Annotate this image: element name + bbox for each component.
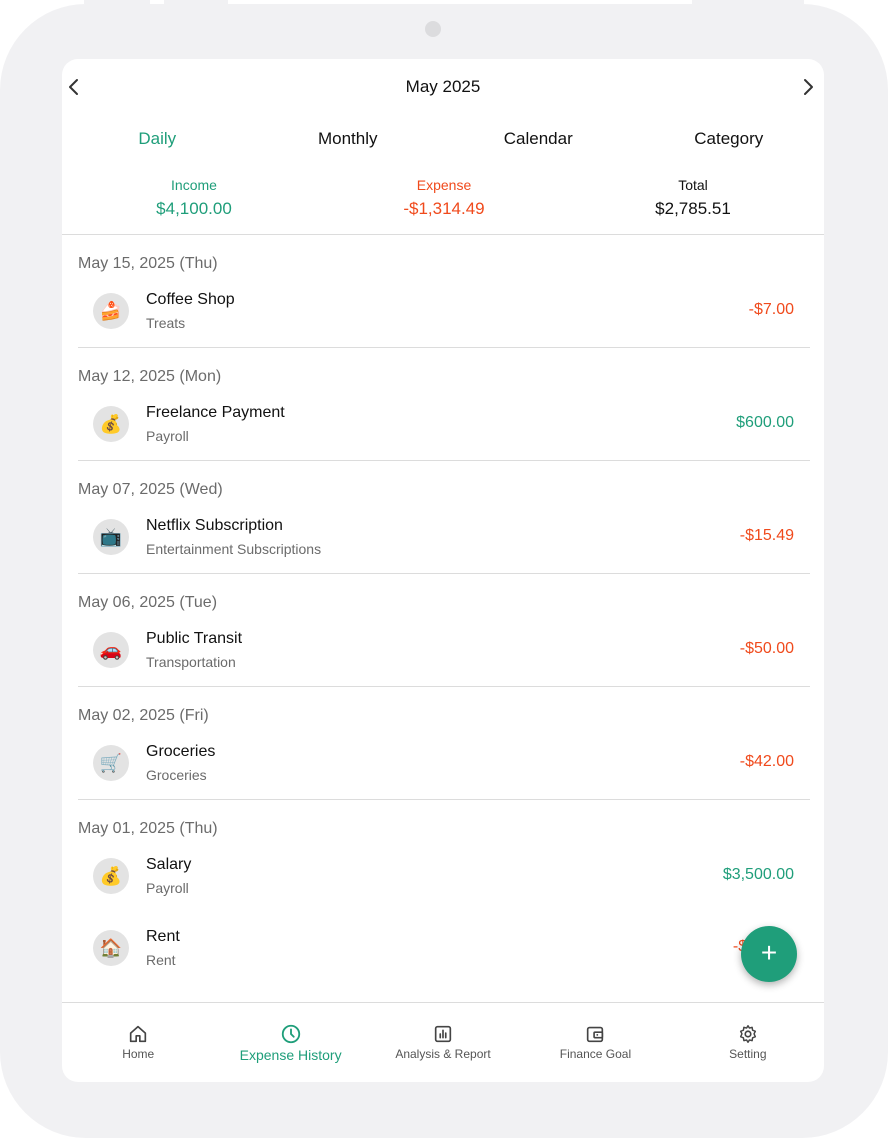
transaction-title: Rent: [146, 928, 180, 945]
date-group: May 01, 2025 (Thu) 💰 Salary Payroll $3,5…: [62, 800, 824, 1000]
total-summary: Total $2,785.51: [562, 169, 824, 235]
home-icon: [130, 1025, 147, 1043]
transaction-row[interactable]: 🍰 Coffee Shop Treats -$7.00: [62, 275, 824, 347]
transaction-title: Salary: [146, 856, 192, 873]
nav-setting[interactable]: Setting: [672, 1003, 824, 1082]
income-label: Income: [171, 177, 217, 193]
transaction-title: Coffee Shop: [146, 291, 235, 308]
nav-analysis-report[interactable]: Analysis & Report: [367, 1003, 519, 1082]
group-date: May 12, 2025 (Mon): [78, 368, 222, 385]
bar-chart-icon: [434, 1025, 452, 1043]
nav-expense-history[interactable]: Expense History: [214, 1003, 366, 1082]
transaction-row[interactable]: 💰 Freelance Payment Payroll $600.00: [62, 388, 824, 460]
expense-label: Expense: [416, 177, 472, 193]
transaction-category: Payroll: [146, 880, 189, 896]
chevron-right-icon[interactable]: [796, 75, 820, 99]
transaction-category: Entertainment Subscriptions: [146, 541, 322, 557]
transaction-title: Public Transit: [146, 630, 243, 647]
cake-icon: 🍰: [93, 293, 129, 329]
date-group: May 06, 2025 (Tue) 🚗 Public Transit Tran…: [62, 574, 824, 687]
nav-label: Finance Goal: [559, 1047, 632, 1061]
frame-button: [164, 0, 228, 4]
transaction-amount: -$42.00: [739, 753, 794, 770]
group-date: May 06, 2025 (Tue): [78, 594, 218, 611]
transaction-row[interactable]: 🚗 Public Transit Transportation -$50.00: [62, 614, 824, 686]
clock-icon: [281, 1024, 300, 1044]
nav-label: Expense History: [239, 1047, 342, 1063]
group-date: May 02, 2025 (Fri): [78, 707, 209, 724]
income-summary: Income $4,100.00: [62, 169, 326, 235]
total-value: $2,785.51: [655, 199, 731, 218]
summary-bar: Income $4,100.00 Expense -$1,314.49 Tota…: [62, 169, 824, 235]
date-group: May 02, 2025 (Fri) 🛒 Groceries Groceries…: [62, 687, 824, 800]
date-group: May 07, 2025 (Wed) 📺 Netflix Subscriptio…: [62, 461, 824, 574]
money-bag-icon: 💰: [93, 406, 129, 442]
transaction-category: Treats: [146, 315, 186, 331]
expense-summary: Expense -$1,314.49: [326, 169, 562, 235]
date-group: May 12, 2025 (Mon) 💰 Freelance Payment P…: [62, 348, 824, 461]
add-transaction-button[interactable]: +: [741, 926, 797, 982]
nav-home[interactable]: Home: [62, 1003, 214, 1082]
group-date: May 07, 2025 (Wed): [78, 481, 223, 498]
transaction-title: Netflix Subscription: [146, 517, 283, 534]
wallet-icon: [587, 1026, 604, 1043]
app-screen: May 2025 Daily Monthly Calendar Category…: [62, 59, 824, 1082]
transaction-category: Payroll: [146, 428, 189, 444]
transaction-amount: -$15.49: [739, 527, 794, 544]
transaction-category: Transportation: [146, 654, 236, 670]
group-date: May 01, 2025 (Thu): [78, 820, 218, 837]
transaction-category: Rent: [146, 952, 176, 968]
transaction-category: Groceries: [146, 767, 207, 783]
group-date: May 15, 2025 (Thu): [78, 255, 218, 272]
transaction-row[interactable]: 💰 Salary Payroll $3,500.00: [62, 840, 824, 912]
nav-label: Home: [122, 1047, 155, 1061]
gear-icon: [739, 1025, 756, 1043]
house-icon: 🏠: [93, 930, 129, 966]
transaction-amount: -$50.00: [739, 640, 794, 657]
transaction-row[interactable]: 🛒 Groceries Groceries -$42.00: [62, 727, 824, 799]
frame-button: [692, 0, 804, 4]
total-label: Total: [678, 177, 708, 193]
transaction-amount: $600.00: [736, 414, 794, 431]
nav-label: Analysis & Report: [395, 1047, 491, 1061]
shopping-cart-icon: 🛒: [93, 745, 129, 781]
tab-daily[interactable]: Daily: [62, 119, 253, 159]
frame-button: [84, 0, 150, 4]
front-camera: [425, 21, 441, 37]
month-selector: May 2025: [62, 59, 824, 115]
income-value: $4,100.00: [156, 199, 232, 218]
tab-monthly[interactable]: Monthly: [253, 119, 444, 159]
bottom-nav: Home Expense History Analysis & Report F…: [62, 1002, 824, 1082]
nav-finance-goal[interactable]: Finance Goal: [519, 1003, 671, 1082]
money-bag-icon: 💰: [93, 858, 129, 894]
transaction-title: Groceries: [146, 743, 216, 760]
transaction-amount: $3,500.00: [722, 866, 794, 883]
transaction-row[interactable]: 🏠 Rent Rent -$1: [62, 912, 824, 984]
transaction-row[interactable]: 📺 Netflix Subscription Entertainment Sub…: [62, 501, 824, 573]
television-icon: 📺: [93, 519, 129, 555]
transaction-title: Freelance Payment: [146, 404, 285, 421]
date-group: May 15, 2025 (Thu) 🍰 Coffee Shop Treats …: [62, 235, 824, 348]
transaction-amount: -$7.00: [748, 301, 794, 318]
tab-calendar[interactable]: Calendar: [443, 119, 634, 159]
car-icon: 🚗: [93, 632, 129, 668]
tab-category[interactable]: Category: [634, 119, 825, 159]
expense-value: -$1,314.49: [403, 199, 485, 218]
nav-label: Setting: [729, 1047, 767, 1061]
month-title: May 2025: [405, 77, 481, 96]
view-tabs: Daily Monthly Calendar Category: [62, 119, 824, 159]
